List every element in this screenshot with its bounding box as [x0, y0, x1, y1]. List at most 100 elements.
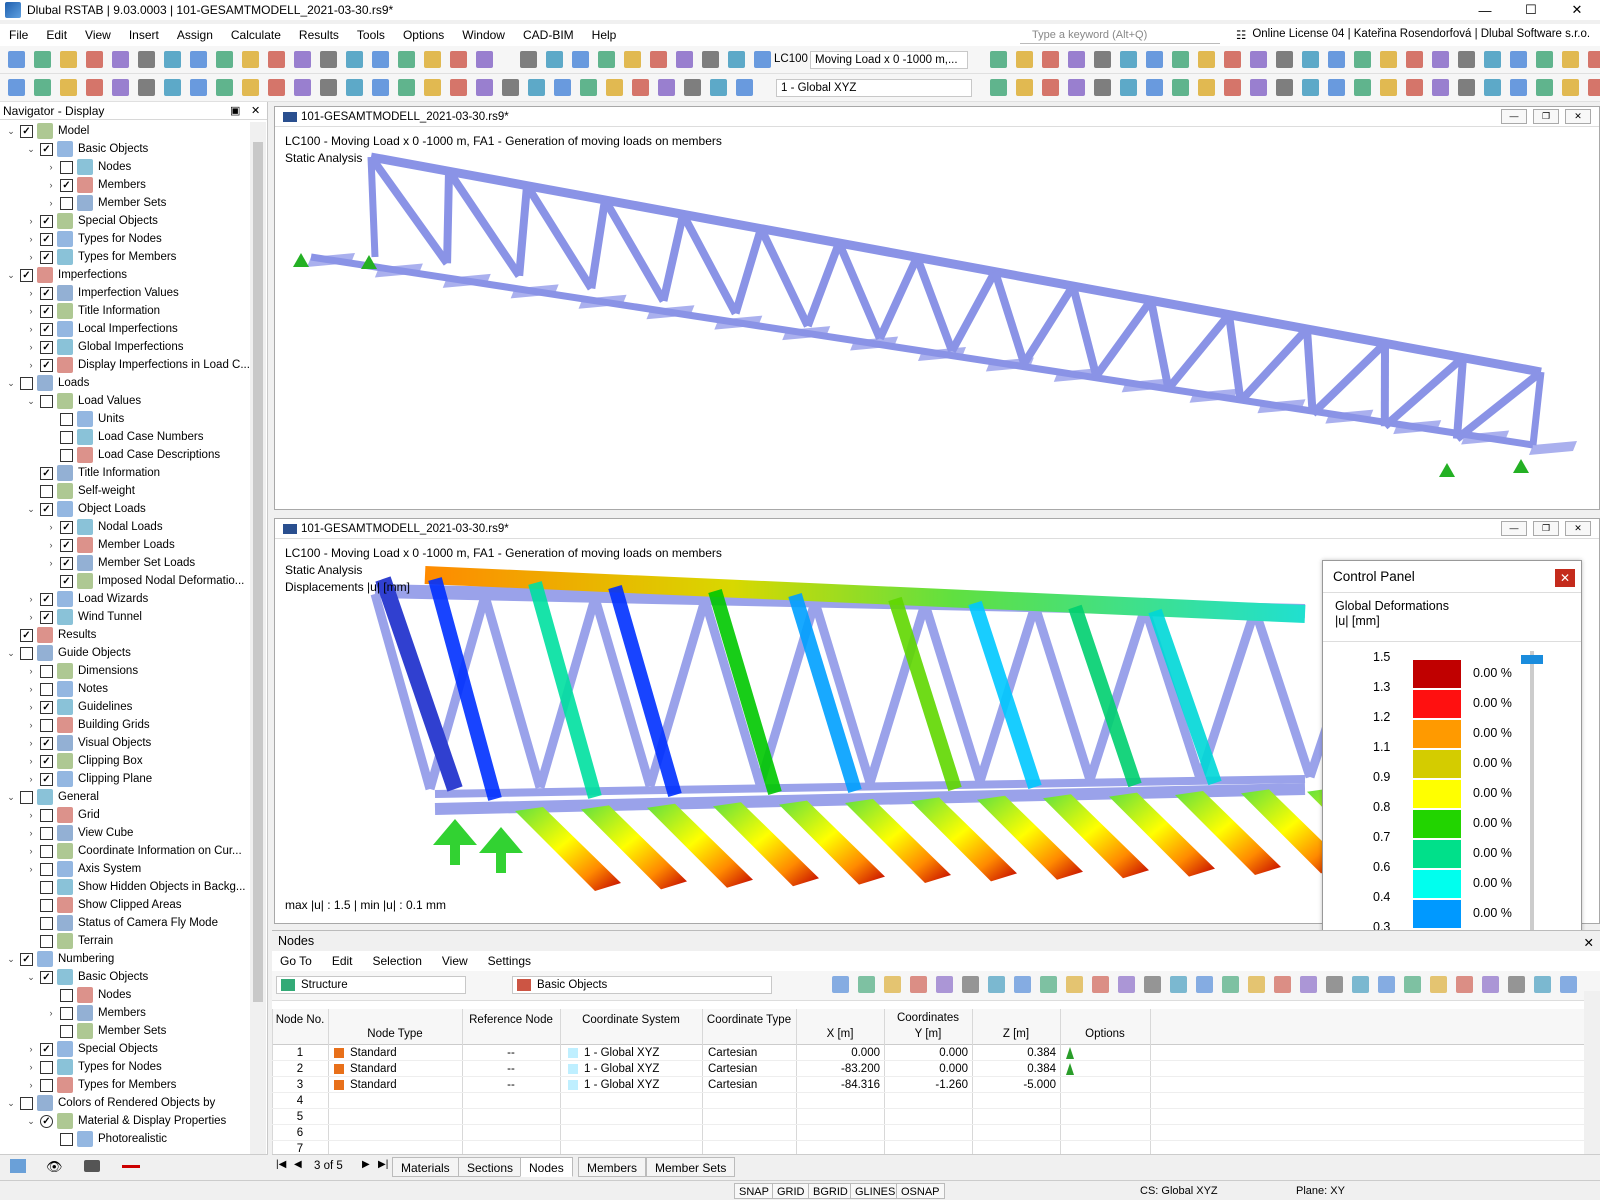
nav-item[interactable]: ›Global Imperfections: [26, 338, 183, 356]
toolbar-icon[interactable]: [216, 51, 233, 68]
cell-y[interactable]: 0.000: [884, 1045, 968, 1061]
object-type-select[interactable]: Basic Objects: [512, 976, 772, 994]
checkbox[interactable]: [60, 539, 73, 552]
toolbar-icon[interactable]: [1224, 51, 1241, 68]
chevron-right-icon[interactable]: ›: [26, 846, 36, 856]
toolbar-icon[interactable]: [476, 51, 493, 68]
menu-tools[interactable]: Tools: [348, 28, 394, 42]
toolbar-icon[interactable]: [1458, 79, 1475, 96]
menu-help[interactable]: Help: [583, 28, 626, 42]
table-toolbar-icon[interactable]: [1430, 976, 1447, 993]
checkbox[interactable]: [40, 143, 53, 156]
toolbar-icon[interactable]: [1380, 79, 1397, 96]
toolbar-icon[interactable]: [1224, 79, 1241, 96]
nav-item[interactable]: ›View Cube: [26, 824, 133, 842]
toolbar-icon[interactable]: [990, 79, 1007, 96]
table-menu-edit[interactable]: Edit: [332, 954, 353, 968]
nav-item[interactable]: ›Imperfection Values: [26, 284, 179, 302]
table-toolbar-icon[interactable]: [1066, 976, 1083, 993]
chevron-down-icon[interactable]: ⌄: [26, 972, 36, 983]
toolbar-icon[interactable]: [346, 51, 363, 68]
chevron-right-icon[interactable]: ›: [46, 162, 56, 172]
toolbar-icon[interactable]: [580, 79, 597, 96]
chevron-right-icon[interactable]: ›: [26, 324, 36, 334]
table-menu-selection[interactable]: Selection: [373, 954, 422, 968]
cell-node-type[interactable]: Standard: [350, 1077, 460, 1093]
toolbar-icon[interactable]: [1146, 51, 1163, 68]
table-toolbar-icon[interactable]: [832, 976, 849, 993]
toolbar-icon[interactable]: [372, 79, 389, 96]
nav-item[interactable]: ›Axis System: [26, 860, 141, 878]
toolbar-icon[interactable]: [1510, 79, 1527, 96]
table-toolbar-icon[interactable]: [1326, 976, 1343, 993]
chevron-right-icon[interactable]: ›: [26, 720, 36, 730]
table-menu-go-to[interactable]: Go To: [280, 954, 312, 968]
toolbar-icon[interactable]: [294, 79, 311, 96]
nav-item[interactable]: Title Information: [26, 464, 160, 482]
col-node-no[interactable]: Node No.: [272, 1013, 328, 1027]
checkbox[interactable]: [20, 647, 33, 660]
nav-item[interactable]: ›Types for Members: [26, 1076, 176, 1094]
toolbar-icon[interactable]: [164, 79, 181, 96]
viewport-minimize-button[interactable]: —: [1501, 521, 1527, 536]
table-toolbar-icon[interactable]: [1144, 976, 1161, 993]
checkbox[interactable]: [60, 431, 73, 444]
toolbar-icon[interactable]: [1328, 51, 1345, 68]
menu-window[interactable]: Window: [453, 28, 514, 42]
checkbox[interactable]: [40, 971, 53, 984]
truss-model-graphic[interactable]: [275, 127, 1599, 509]
cell-x[interactable]: -83.200: [796, 1061, 880, 1077]
checkbox[interactable]: [20, 1097, 33, 1110]
checkbox[interactable]: [40, 341, 53, 354]
toolbar-icon[interactable]: [650, 51, 667, 68]
checkbox[interactable]: [40, 251, 53, 264]
menu-assign[interactable]: Assign: [168, 28, 222, 42]
radio-button[interactable]: [40, 1115, 53, 1128]
chevron-right-icon[interactable]: ›: [26, 216, 36, 226]
cell-reference-node[interactable]: --: [462, 1045, 560, 1061]
views-tab-icon[interactable]: [84, 1160, 100, 1172]
chevron-down-icon[interactable]: ⌄: [6, 954, 16, 965]
col-x[interactable]: X [m]: [796, 1027, 884, 1041]
nav-item[interactable]: ⌄Loads: [6, 374, 89, 392]
menu-view[interactable]: View: [76, 28, 120, 42]
toolbar-icon[interactable]: [1302, 79, 1319, 96]
cell-coordinate-system[interactable]: 1 - Global XYZ: [584, 1061, 700, 1077]
toolbar-icon[interactable]: [1536, 79, 1553, 96]
chevron-right-icon[interactable]: ›: [46, 522, 56, 532]
toolbar-icon[interactable]: [1042, 79, 1059, 96]
chevron-right-icon[interactable]: ›: [26, 864, 36, 874]
data-tab-icon[interactable]: [10, 1159, 26, 1173]
tab-nodes[interactable]: Nodes: [520, 1157, 573, 1177]
nav-item[interactable]: ›Wind Tunnel: [26, 608, 142, 626]
toolbar-icon[interactable]: [606, 79, 623, 96]
toolbar-icon[interactable]: [1250, 79, 1267, 96]
toolbar-icon[interactable]: [424, 79, 441, 96]
menu-cad-bim[interactable]: CAD-BIM: [514, 28, 583, 42]
structure-select[interactable]: Structure: [276, 976, 466, 994]
toolbar-icon[interactable]: [624, 51, 641, 68]
tab-member-sets[interactable]: Member Sets: [646, 1157, 735, 1177]
table-toolbar-icon[interactable]: [858, 976, 875, 993]
toolbar-icon[interactable]: [1536, 51, 1553, 68]
checkbox[interactable]: [60, 179, 73, 192]
toolbar-icon[interactable]: [728, 51, 745, 68]
cell-node-no[interactable]: 5: [272, 1109, 328, 1125]
chevron-right-icon[interactable]: ›: [46, 1008, 56, 1018]
cell-y[interactable]: -1.260: [884, 1077, 968, 1093]
table-toolbar-icon[interactable]: [1092, 976, 1109, 993]
toolbar-icon[interactable]: [502, 79, 519, 96]
checkbox[interactable]: [40, 323, 53, 336]
toolbar-icon[interactable]: [1484, 79, 1501, 96]
table-toolbar-icon[interactable]: [1170, 976, 1187, 993]
checkbox[interactable]: [60, 1133, 73, 1146]
nav-item[interactable]: ⌄Object Loads: [26, 500, 146, 518]
tab-sections[interactable]: Sections: [458, 1157, 522, 1177]
chevron-right-icon[interactable]: ›: [26, 1080, 36, 1090]
toolbar-icon[interactable]: [1380, 51, 1397, 68]
col-reference-node[interactable]: Reference Node: [462, 1013, 560, 1027]
checkbox[interactable]: [20, 629, 33, 642]
chevron-right-icon[interactable]: ›: [26, 594, 36, 604]
checkbox[interactable]: [20, 269, 33, 282]
checkbox[interactable]: [40, 395, 53, 408]
